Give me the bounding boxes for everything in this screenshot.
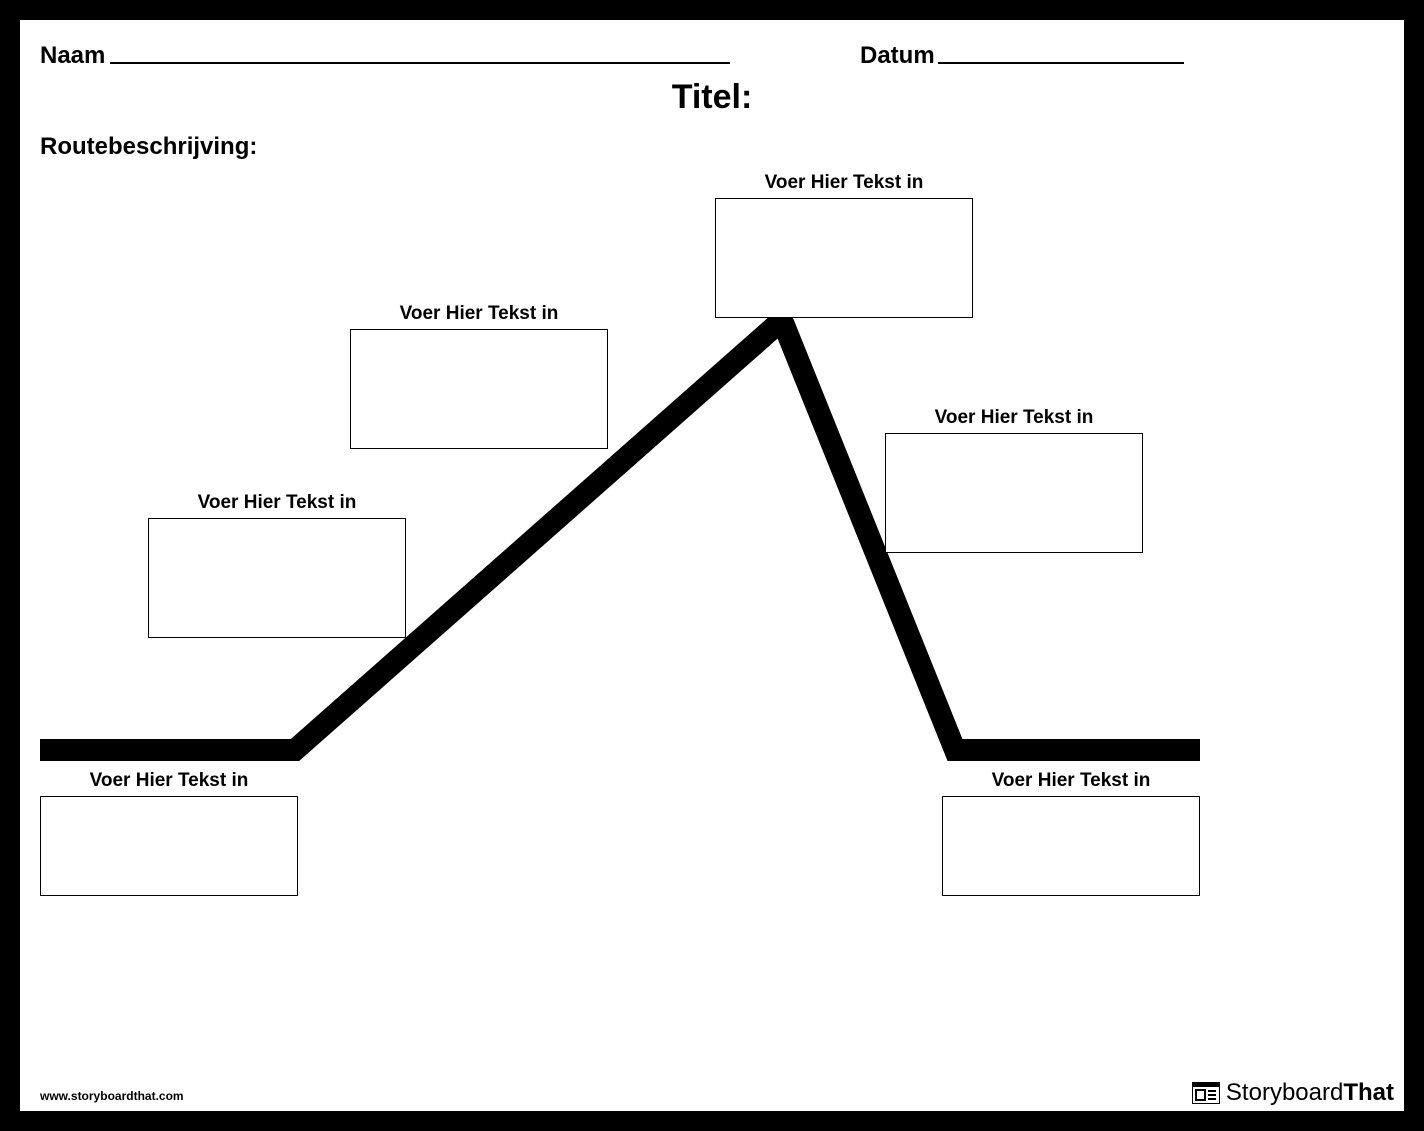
brand-text-thin: Storyboard (1226, 1079, 1343, 1106)
brand-text-bold: That (1343, 1079, 1394, 1106)
exposition-box-label: Voer Hier Tekst in (40, 770, 298, 792)
brand-logo: StoryboardThat (1192, 1079, 1394, 1107)
resolution-box-label: Voer Hier Tekst in (942, 770, 1200, 792)
falling-box-label: Voer Hier Tekst in (885, 407, 1143, 429)
rising2-box[interactable] (350, 329, 608, 449)
rising1-box[interactable] (148, 518, 406, 638)
storyboard-icon (1192, 1082, 1220, 1104)
rising1-box-label: Voer Hier Tekst in (148, 492, 406, 514)
resolution-box[interactable] (942, 796, 1200, 896)
worksheet-page: Naam Datum Titel: Routebeschrijving: Voe… (20, 20, 1404, 1111)
climax-box-label: Voer Hier Tekst in (715, 172, 973, 194)
falling-box[interactable] (885, 433, 1143, 553)
footer-url: www.storyboardthat.com (40, 1089, 184, 1103)
exposition-box[interactable] (40, 796, 298, 896)
climax-box[interactable] (715, 198, 973, 318)
rising2-box-label: Voer Hier Tekst in (350, 303, 608, 325)
